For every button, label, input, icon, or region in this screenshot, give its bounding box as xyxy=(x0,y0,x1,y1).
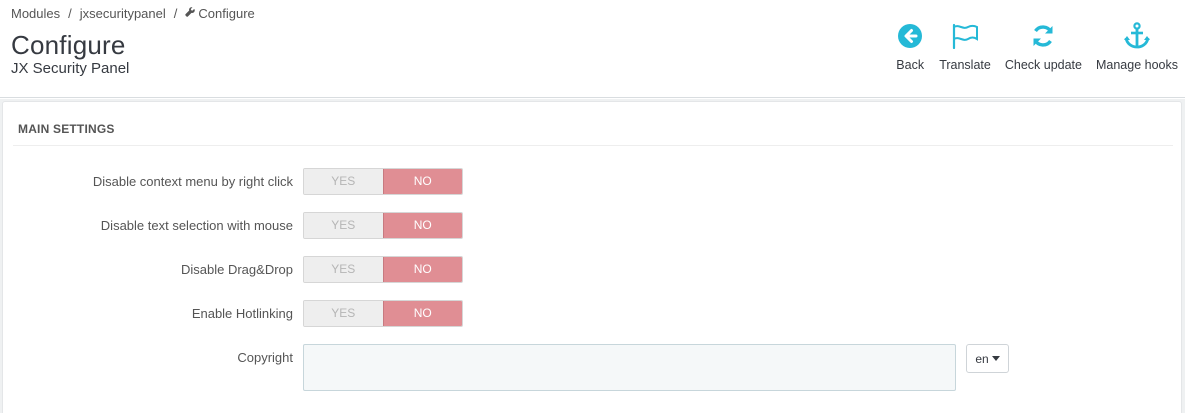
switch-no-option[interactable]: NO xyxy=(382,257,462,282)
page-header: Modules / jxsecuritypanel / Configure Co… xyxy=(0,0,1185,98)
field-label: Disable Drag&Drop xyxy=(181,262,293,277)
wrench-icon xyxy=(185,7,196,20)
back-label: Back xyxy=(896,58,925,72)
breadcrumb: Modules / jxsecuritypanel / Configure xyxy=(11,6,255,21)
translate-button[interactable]: Translate xyxy=(932,20,998,72)
arrow-circle-left-icon xyxy=(895,20,925,52)
form-row-context-menu: Disable context menu by right click YES … xyxy=(3,168,1183,196)
copyright-textarea[interactable] xyxy=(303,344,956,391)
manage-hooks-label: Manage hooks xyxy=(1095,58,1178,72)
translate-label: Translate xyxy=(939,58,991,72)
content-area: MAIN SETTINGS Disable context menu by ri… xyxy=(0,99,1185,413)
switch-yes-option[interactable]: YES xyxy=(304,213,383,238)
check-update-button[interactable]: Check update xyxy=(998,20,1089,72)
back-button[interactable]: Back xyxy=(888,20,932,72)
switch-yes-option[interactable]: YES xyxy=(304,257,383,282)
text-selection-switch[interactable]: YES NO xyxy=(303,212,463,239)
panel-heading: MAIN SETTINGS xyxy=(13,122,1173,146)
form-row-text-selection: Disable text selection with mouse YES NO xyxy=(3,212,1183,240)
breadcrumb-item-module[interactable]: jxsecuritypanel xyxy=(80,6,166,21)
drag-drop-switch[interactable]: YES NO xyxy=(303,256,463,283)
anchor-icon xyxy=(1122,20,1152,52)
switch-no-option[interactable]: NO xyxy=(382,169,462,194)
breadcrumb-item-modules[interactable]: Modules xyxy=(11,6,60,21)
form-row-hotlinking: Enable Hotlinking YES NO xyxy=(3,300,1183,328)
caret-down-icon xyxy=(991,356,1000,361)
hotlinking-switch[interactable]: YES NO xyxy=(303,300,463,327)
manage-hooks-button[interactable]: Manage hooks xyxy=(1089,20,1185,72)
breadcrumb-separator: / xyxy=(173,6,178,21)
field-label: Copyright xyxy=(237,350,293,365)
flag-icon xyxy=(950,20,980,52)
page-title: Configure xyxy=(11,30,126,60)
settings-panel: MAIN SETTINGS Disable context menu by ri… xyxy=(2,101,1182,413)
language-dropdown[interactable]: en xyxy=(966,344,1009,373)
form-row-drag-drop: Disable Drag&Drop YES NO xyxy=(3,256,1183,284)
field-label: Disable text selection with mouse xyxy=(100,218,293,233)
switch-yes-option[interactable]: YES xyxy=(304,301,383,326)
toolbar: Back Translate Check update Manage hooks xyxy=(888,20,1185,72)
switch-no-option[interactable]: NO xyxy=(382,213,462,238)
page-subtitle: JX Security Panel xyxy=(11,60,130,77)
language-value: en xyxy=(975,351,989,366)
breadcrumb-separator: / xyxy=(68,6,72,21)
switch-yes-option[interactable]: YES xyxy=(304,169,383,194)
breadcrumb-item-current: Configure xyxy=(198,6,255,21)
field-label: Enable Hotlinking xyxy=(191,306,293,321)
field-label: Disable context menu by right click xyxy=(92,174,293,189)
refresh-icon xyxy=(1028,20,1058,52)
context-menu-switch[interactable]: YES NO xyxy=(303,168,463,195)
form-row-copyright: Copyright en xyxy=(3,344,1183,391)
check-update-label: Check update xyxy=(1004,58,1082,72)
switch-no-option[interactable]: NO xyxy=(382,301,462,326)
